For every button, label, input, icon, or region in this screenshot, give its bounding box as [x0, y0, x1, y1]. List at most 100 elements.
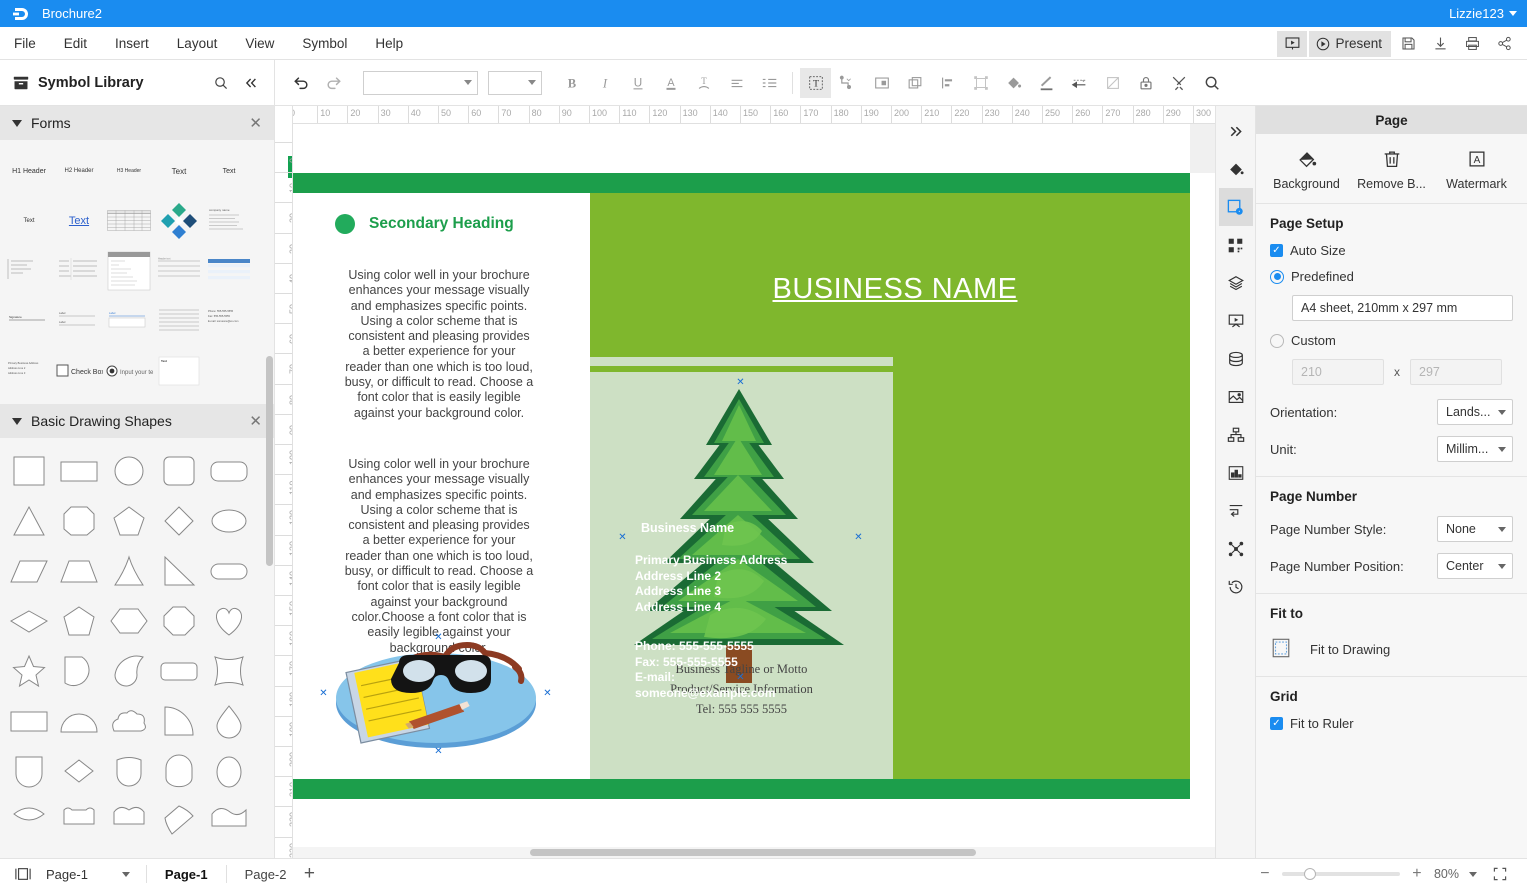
mind-map-icon[interactable] [1219, 530, 1253, 568]
align-left-icon[interactable] [721, 68, 752, 98]
chevron-down-icon[interactable] [1469, 872, 1477, 877]
line-spacing-icon[interactable] [754, 68, 785, 98]
shape-rectangle-2[interactable] [5, 697, 53, 745]
print-button[interactable] [1457, 31, 1487, 57]
text-effect-icon[interactable]: T [688, 68, 719, 98]
symbol-field-lines[interactable]: LabelLabel [55, 297, 103, 345]
symbol-link-text[interactable]: Text [55, 197, 103, 245]
zoom-search-icon[interactable] [1196, 68, 1227, 98]
shape-pentagon[interactable] [105, 497, 153, 545]
arrow-style-icon[interactable] [1064, 68, 1095, 98]
page-view-icon[interactable] [10, 862, 36, 886]
symbols-icon[interactable] [1219, 226, 1253, 264]
symbol-address-block-1[interactable]: company name [205, 197, 253, 245]
menu-layout[interactable]: Layout [163, 27, 232, 60]
brochure-paragraph-1[interactable]: Using color well in your brochure enhanc… [344, 268, 534, 421]
zoom-in-button[interactable]: + [1410, 865, 1424, 883]
predefined-size-select[interactable]: A4 sheet, 210mm x 297 mm [1292, 295, 1513, 321]
font-size-select[interactable] [488, 71, 542, 95]
font-color-icon[interactable]: A [655, 68, 686, 98]
zoom-slider-knob[interactable] [1304, 868, 1316, 880]
shape-circle[interactable] [105, 447, 153, 495]
brochure-paragraph-2[interactable]: Using color well in your brochure enhanc… [344, 457, 534, 656]
shape-arch[interactable] [155, 747, 203, 795]
brochure-page[interactable]: Secondary Heading Using color well in yo… [293, 124, 1190, 804]
selection-handle[interactable]: ✕ [434, 747, 443, 756]
shape-pentagon-2[interactable] [55, 597, 103, 645]
image-icon[interactable] [1219, 378, 1253, 416]
watermark-button[interactable]: A Watermark [1437, 148, 1517, 191]
menu-file[interactable]: File [0, 27, 50, 60]
chart-icon[interactable] [1219, 454, 1253, 492]
duplicate-icon[interactable] [899, 68, 930, 98]
zoom-out-button[interactable]: − [1258, 865, 1272, 883]
selection-handle[interactable]: ✕ [736, 378, 745, 387]
shape-teardrop-square[interactable] [55, 647, 103, 695]
canvas-hscroll-thumb[interactable] [530, 849, 976, 856]
page-number-style-select[interactable]: None [1437, 516, 1513, 542]
shape-heart[interactable] [205, 597, 253, 645]
fit-to-drawing-row[interactable]: Fit to Drawing [1270, 633, 1513, 662]
layers-icon[interactable] [1219, 264, 1253, 302]
present-button[interactable]: Present [1309, 31, 1391, 57]
symbol-blue-table[interactable] [205, 247, 253, 295]
unit-select[interactable]: Millim... [1437, 436, 1513, 462]
shadow-icon[interactable] [1097, 68, 1128, 98]
shape-hexagon[interactable] [105, 597, 153, 645]
symbol-input-box[interactable]: Label [105, 297, 153, 345]
org-chart-icon[interactable] [1219, 416, 1253, 454]
brochure-bottom-band[interactable] [293, 779, 1190, 799]
symbol-signature-line[interactable]: Signature [5, 297, 53, 345]
close-icon[interactable]: ✕ [249, 114, 262, 132]
menu-help[interactable]: Help [361, 27, 417, 60]
shape-parallelogram[interactable] [5, 547, 53, 595]
shape-curved-triangle[interactable] [105, 547, 153, 595]
symbol-contact-list[interactable] [155, 297, 203, 345]
symbol-card-form[interactable] [105, 247, 153, 295]
symbol-text-2[interactable]: Text [205, 147, 253, 195]
search-icon[interactable] [210, 72, 232, 94]
download-button[interactable] [1425, 31, 1455, 57]
shape-quarter-circle[interactable] [155, 697, 203, 745]
page-settings-icon[interactable] [1219, 188, 1253, 226]
selection-handle[interactable]: ✕ [319, 689, 328, 698]
shape-square[interactable] [5, 447, 53, 495]
background-button[interactable]: Background [1267, 148, 1347, 191]
shape-rounded-rectangle[interactable] [205, 447, 253, 495]
symbol-table[interactable] [105, 197, 153, 245]
shape-cloud[interactable] [105, 697, 153, 745]
undo-icon[interactable] [285, 68, 316, 98]
zoom-level-value[interactable]: 80% [1434, 867, 1459, 881]
symbol-lined-form[interactable]: Header text [155, 247, 203, 295]
symbol-text-3[interactable]: Text [5, 197, 53, 245]
underline-icon[interactable]: U [622, 68, 653, 98]
shape-egg[interactable] [205, 747, 253, 795]
selection-handle[interactable]: ✕ [543, 689, 552, 698]
bold-icon[interactable]: B [556, 68, 587, 98]
brochure-top-band[interactable] [293, 173, 1190, 193]
auto-size-checkbox[interactable]: ✓ [1270, 244, 1283, 257]
canvas-hscroll-track[interactable] [293, 847, 1215, 858]
flow-icon[interactable] [1219, 492, 1253, 530]
font-family-select[interactable] [363, 71, 478, 95]
layout-icon[interactable] [965, 68, 996, 98]
shape-rhombus[interactable] [5, 597, 53, 645]
drawing-canvas[interactable]: Secondary Heading Using color well in yo… [293, 124, 1215, 858]
shape-diamond[interactable] [155, 497, 203, 545]
shape-shield[interactable] [5, 747, 53, 795]
data-icon[interactable] [1219, 340, 1253, 378]
symbol-flower-diagram[interactable] [155, 197, 203, 245]
custom-width-input[interactable]: 210 [1292, 359, 1384, 385]
custom-height-input[interactable]: 297 [1410, 359, 1502, 385]
symbol-contact-table[interactable] [55, 247, 103, 295]
shape-leaf[interactable] [105, 647, 153, 695]
tools-icon[interactable] [1163, 68, 1194, 98]
shape-bracket-box-2[interactable] [105, 797, 153, 845]
remove-background-button[interactable]: Remove B... [1352, 148, 1432, 191]
save-button[interactable] [1393, 31, 1423, 57]
symbol-panel-scrollbar[interactable] [266, 356, 273, 566]
predefined-radio[interactable] [1270, 270, 1284, 284]
notepad-glasses-clipart[interactable]: ✕ ✕ ✕ ✕ [329, 639, 544, 754]
fit-to-ruler-row[interactable]: ✓ Fit to Ruler [1270, 716, 1513, 731]
lock-icon[interactable] [1130, 68, 1161, 98]
